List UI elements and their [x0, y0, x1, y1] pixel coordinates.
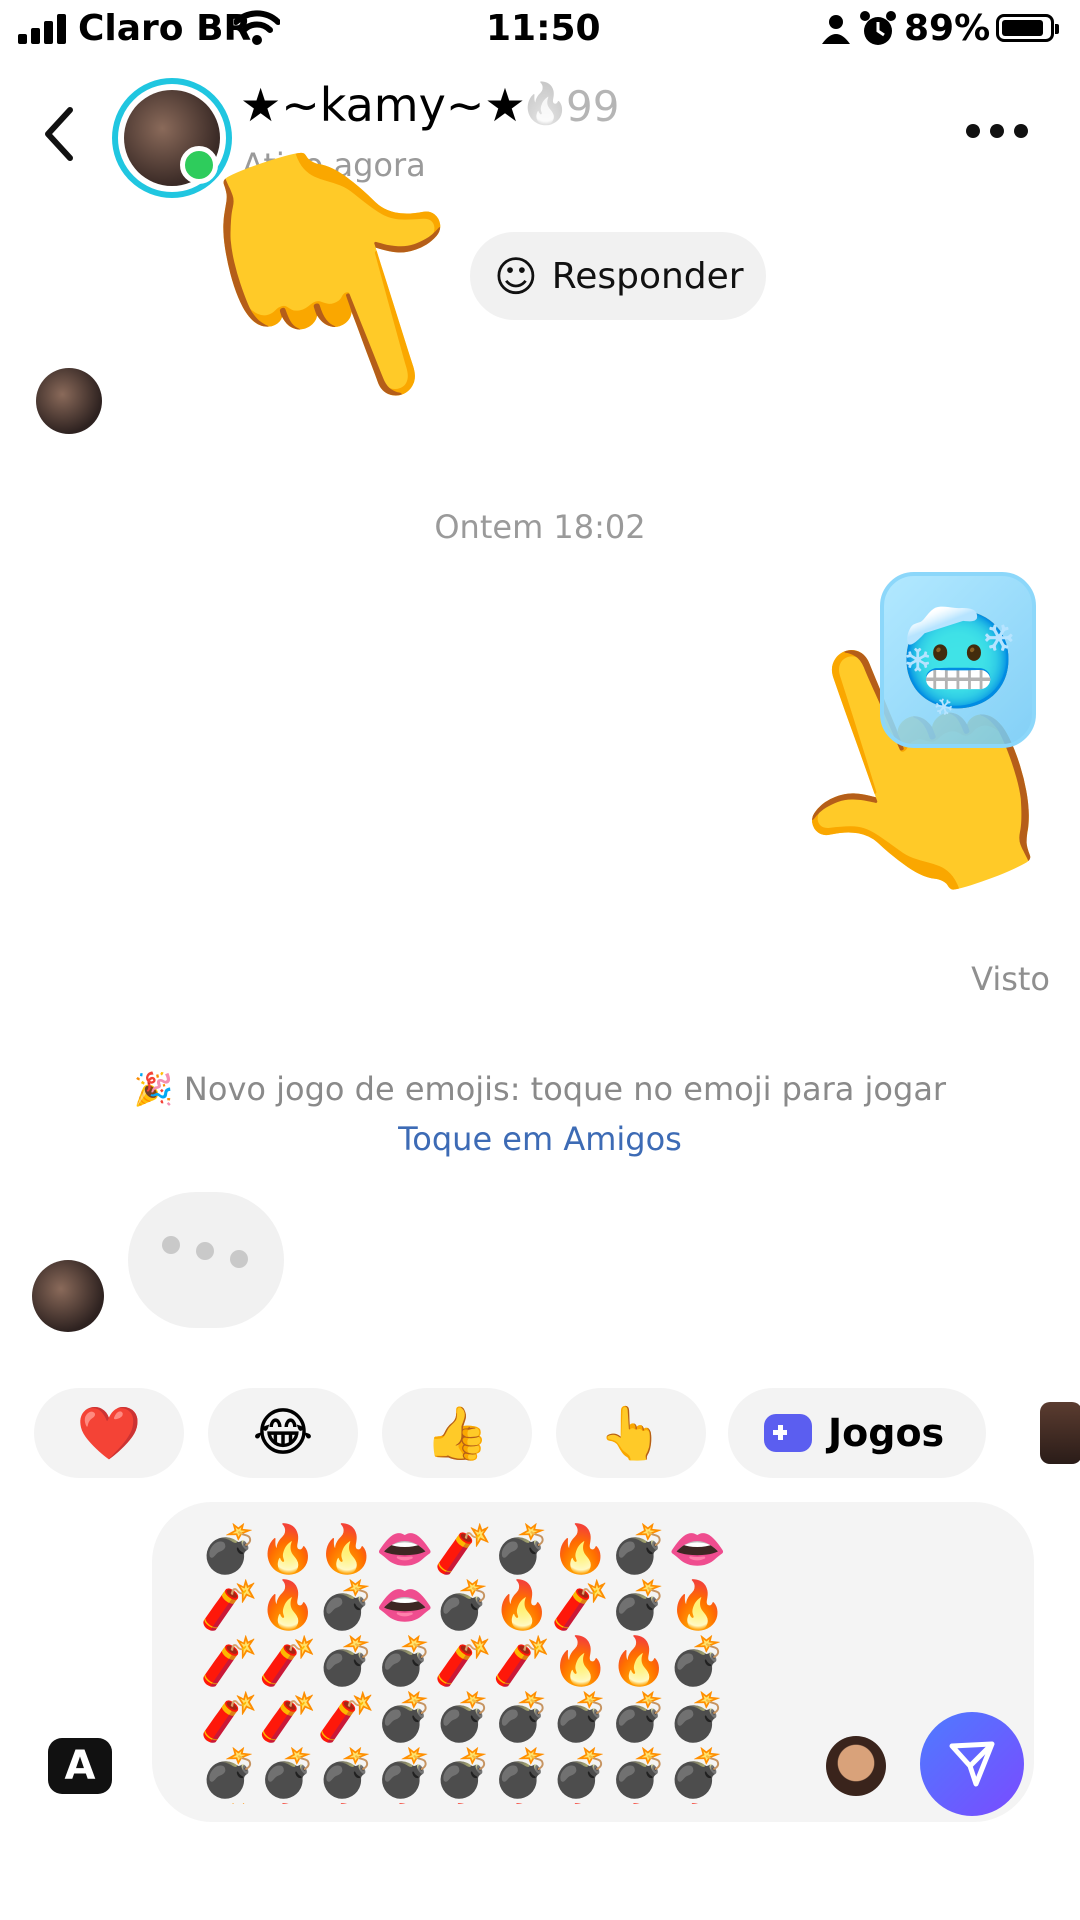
- smile-icon: ☺: [494, 251, 538, 301]
- gamepad-icon: [764, 1414, 812, 1452]
- battery-percent: 89%: [904, 8, 991, 49]
- bitmoji-icon[interactable]: [826, 1736, 886, 1796]
- carrier-name: Claro BR: [78, 8, 252, 49]
- send-button[interactable]: [920, 1712, 1024, 1816]
- seen-receipt: Visto: [971, 960, 1050, 998]
- battery-icon: [996, 14, 1059, 42]
- person-icon: [822, 15, 850, 44]
- games-label: Jogos: [828, 1411, 945, 1455]
- friend-avatar-peek[interactable]: [1040, 1402, 1080, 1464]
- sent-sticker-ice-face[interactable]: 🥶: [880, 572, 1036, 748]
- emoji-row: 🧨🧨🧨💣💣💣💣💣💣: [200, 1690, 727, 1745]
- emoji-game-notice: 🎉 Novo jogo de emojis: toque no emoji pa…: [133, 1070, 947, 1108]
- status-bar: Claro BR 11:50 89%: [0, 0, 1080, 60]
- emoji-row: 💣🔥🔥👄🧨💣🔥💣👄: [200, 1522, 727, 1577]
- emoji-row: 🧨🧨💣💣🧨🧨🔥🔥💣: [200, 1634, 727, 1689]
- more-icon[interactable]: [966, 124, 1028, 140]
- wifi-icon: [234, 10, 280, 45]
- emoji-row: 💣🔥🔥🔥🔥🔥🔥🔥🔥: [200, 1802, 760, 1804]
- signal-icon: [18, 14, 66, 44]
- reaction-point-up[interactable]: 👆: [556, 1388, 706, 1478]
- reaction-heart[interactable]: ❤️: [34, 1388, 184, 1478]
- typing-indicator: [128, 1192, 284, 1328]
- message-timestamp: Ontem 18:02: [434, 508, 646, 546]
- games-button[interactable]: Jogos: [728, 1388, 986, 1478]
- flame-icon: 🔥: [520, 81, 570, 127]
- clock: 11:50: [486, 8, 601, 49]
- reply-label: Responder: [551, 255, 744, 297]
- back-icon[interactable]: [40, 104, 80, 164]
- emoji-row: 💣💣💣💣💣💣💣💣💣: [200, 1746, 727, 1801]
- emoji-row: 🧨🔥💣👄💣🔥🧨💣🔥: [200, 1578, 727, 1633]
- typing-avatar[interactable]: [32, 1260, 104, 1332]
- reaction-laughing[interactable]: 😂: [208, 1388, 358, 1478]
- alarm-icon: [860, 11, 896, 45]
- streak-count: 99: [566, 82, 620, 131]
- notice-link[interactable]: Toque em Amigos: [0, 1120, 1080, 1158]
- reaction-thumbs-up[interactable]: 👍: [382, 1388, 532, 1478]
- sender-avatar[interactable]: [36, 368, 102, 434]
- send-icon: [949, 1741, 995, 1787]
- message-input[interactable]: 💣🔥🔥👄🧨💣🔥💣👄 🧨🔥💣👄💣🔥🧨💣🔥 🧨🧨💣💣🧨🧨🔥🔥💣 🧨🧨🧨💣💣💣💣💣💣 …: [200, 1522, 760, 1804]
- ai-icon[interactable]: A: [48, 1738, 112, 1794]
- reply-button[interactable]: ☺ Responder: [470, 232, 766, 320]
